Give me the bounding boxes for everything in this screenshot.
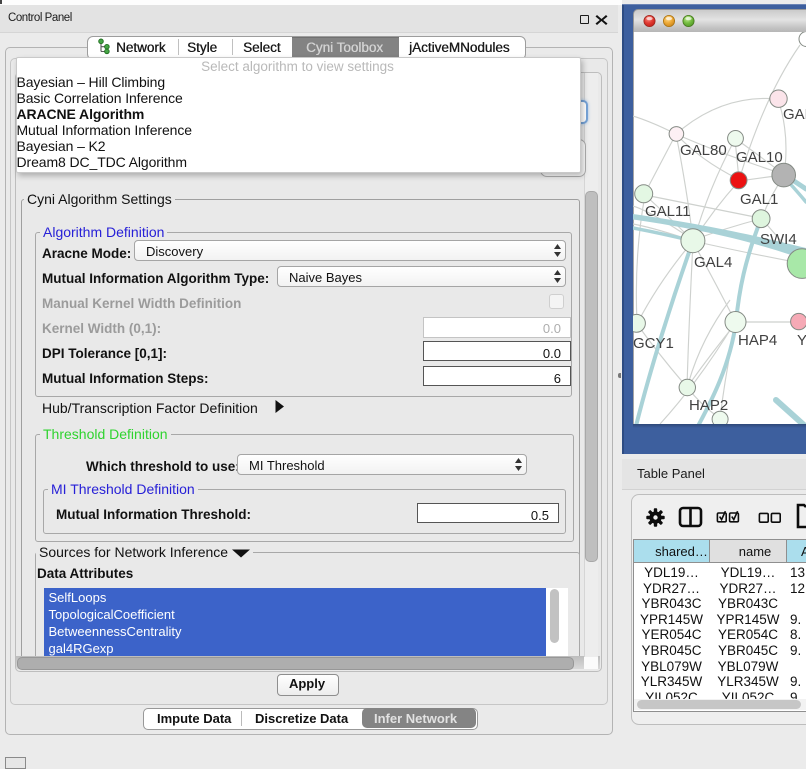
svg-text:GAL11: GAL11 bbox=[645, 203, 691, 220]
svg-text:GAL1: GAL1 bbox=[740, 191, 778, 208]
svg-text:SWI4: SWI4 bbox=[760, 231, 797, 248]
svg-text:GAL10: GAL10 bbox=[736, 149, 783, 166]
svg-text:Y: Y bbox=[797, 332, 806, 349]
svg-text:GAL80: GAL80 bbox=[680, 142, 727, 159]
svg-text:HAP4: HAP4 bbox=[738, 332, 777, 349]
svg-text:GAL7: GAL7 bbox=[783, 106, 806, 123]
svg-text:GAL4: GAL4 bbox=[694, 254, 732, 271]
svg-text:HAP2: HAP2 bbox=[689, 397, 728, 414]
svg-text:GCY1: GCY1 bbox=[633, 335, 674, 352]
